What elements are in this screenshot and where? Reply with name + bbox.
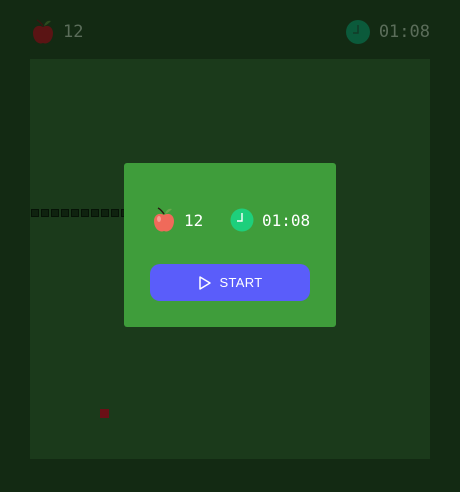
start-button-label: START xyxy=(219,275,263,290)
food-pellet xyxy=(100,409,109,418)
snake-segment xyxy=(81,209,89,217)
clock-icon xyxy=(345,19,371,45)
snake-segment xyxy=(61,209,69,217)
dialog-timer: 01:08 xyxy=(230,206,310,234)
play-icon xyxy=(198,275,212,291)
snake-segment xyxy=(51,209,59,217)
top-bar: 12 01:08 xyxy=(0,0,460,58)
snake-segment xyxy=(71,209,79,217)
dialog-score: 12 xyxy=(152,206,203,234)
snake-segment xyxy=(41,209,49,217)
dialog-timer-value: 01:08 xyxy=(262,210,311,230)
hud-timer-value: 01:08 xyxy=(378,22,430,42)
start-dialog: 12 01:08 START xyxy=(124,163,336,327)
apple-icon xyxy=(31,18,55,46)
dialog-score-value: 12 xyxy=(184,210,204,230)
snake-segment xyxy=(91,209,99,217)
hud-score: 12 xyxy=(31,14,83,50)
snake-segment xyxy=(101,209,109,217)
clock-icon xyxy=(230,208,254,232)
apple-icon xyxy=(152,206,176,234)
snake-segment xyxy=(31,209,39,217)
start-button[interactable]: START xyxy=(150,264,310,301)
hud-score-value: 12 xyxy=(63,22,84,42)
hud-timer: 01:08 xyxy=(345,14,430,50)
snake-segment xyxy=(111,209,119,217)
